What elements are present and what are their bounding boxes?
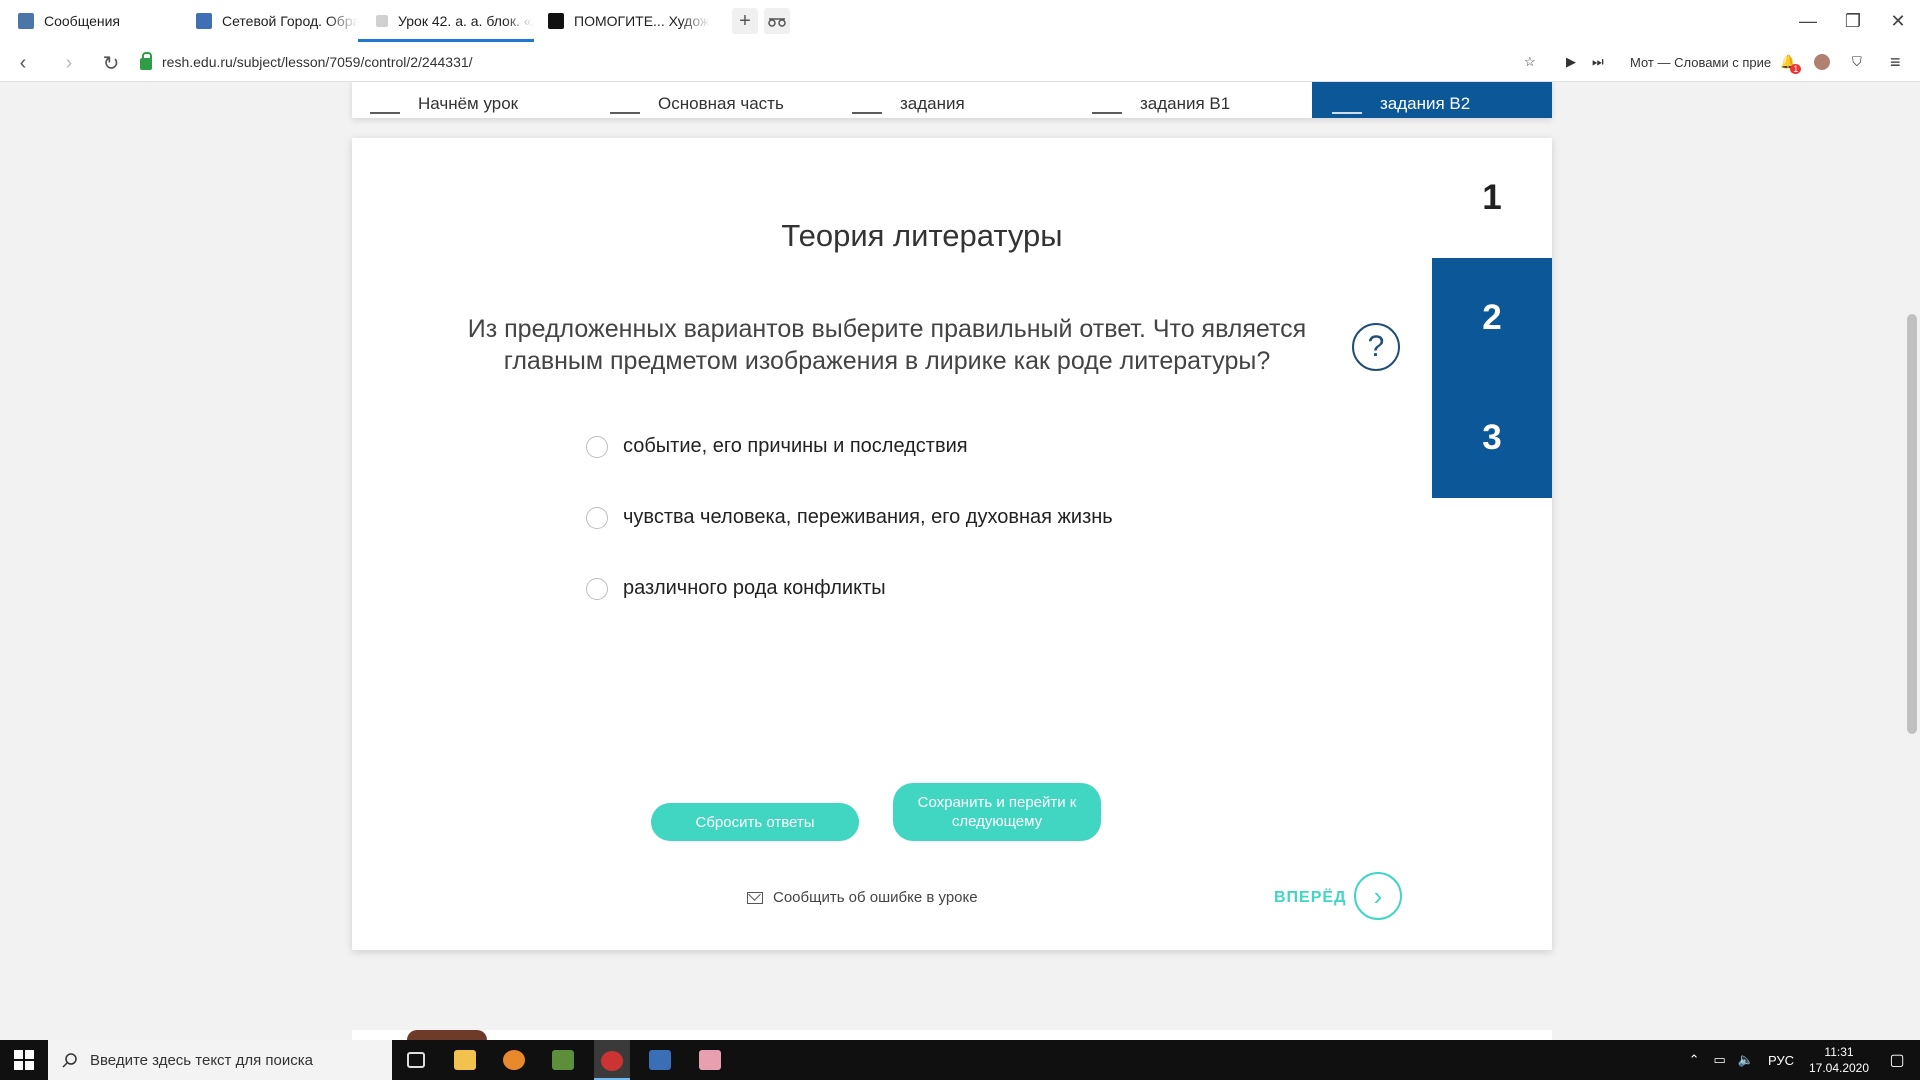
step-b2-icon (1332, 90, 1362, 114)
save-next-button[interactable]: Сохранить и перейти к следующему (893, 783, 1101, 841)
step-label: задания (900, 94, 965, 113)
lock-icon (140, 51, 152, 70)
clock[interactable]: 11:31 17.04.2020 (1804, 1044, 1874, 1076)
report-error-link[interactable]: Сообщить об ошибке в уроке (747, 889, 978, 906)
windows-taskbar: Введите здесь текст для поиска ⌃ ▭ 🔈 РУС… (0, 1040, 1920, 1080)
incognito-icon[interactable] (764, 8, 790, 34)
volume-icon[interactable]: 🔈 (1738, 1052, 1754, 1068)
app-icon-blue[interactable] (642, 1046, 678, 1074)
step-start-icon (370, 90, 400, 114)
tab-messages[interactable]: Сообщения (0, 0, 180, 42)
close-window-button[interactable]: ✕ (1883, 6, 1913, 36)
minecraft-icon[interactable] (545, 1046, 581, 1074)
preview-image (407, 1030, 487, 1040)
profile-avatar[interactable] (1814, 48, 1830, 76)
back-button[interactable]: ‹ (10, 50, 36, 76)
notification-badge: 1 (1790, 64, 1802, 74)
lesson-steps-bar: Начнём урок Основная часть задания задан… (352, 82, 1552, 118)
answer-option-3[interactable]: различного рода конфликты (586, 577, 886, 600)
restore-button[interactable]: ❐ (1838, 6, 1868, 36)
tab-znanija[interactable]: ПОМОГИТЕ... Художес (530, 0, 710, 42)
search-icon (62, 1053, 77, 1068)
step-label: задания В2 (1380, 94, 1471, 113)
step-b1-icon (1092, 90, 1122, 114)
step-tasks[interactable]: задания (852, 82, 1072, 118)
url-field[interactable]: resh.edu.ru/subject/lesson/7059/control/… (140, 48, 1544, 76)
media-title[interactable]: Мот — Словами с прие (1630, 48, 1771, 76)
system-tray: ⌃ ▭ 🔈 РУС 11:31 17.04.2020 ▢ (1689, 1040, 1920, 1080)
chevron-up-icon[interactable]: ⌃ (1689, 1052, 1700, 1068)
task-view-icon[interactable] (398, 1046, 434, 1074)
tab-title: Сообщения (44, 13, 120, 29)
forward-nav-button[interactable]: › (56, 50, 82, 76)
vk-icon (18, 13, 34, 29)
opera-browser-icon[interactable] (594, 1040, 630, 1080)
help-icon[interactable]: ? (1352, 323, 1400, 371)
step-start-lesson[interactable]: Начнём урок (370, 82, 570, 118)
answer-text: различного рода конфликты (623, 577, 886, 599)
radio-button[interactable] (586, 506, 608, 529)
forward-arrow-button[interactable]: › (1354, 872, 1402, 920)
file-explorer-icon[interactable] (447, 1046, 483, 1074)
step-main-icon (610, 90, 640, 114)
scrollbar-thumb[interactable] (1907, 314, 1917, 734)
taskbar-search-input[interactable]: Введите здесь текст для поиска (48, 1040, 392, 1080)
action-center-icon[interactable]: ▢ (1874, 1050, 1920, 1070)
clock-time: 11:31 (1824, 1045, 1854, 1059)
network-icon[interactable]: ▭ (1713, 1052, 1725, 1068)
radio-button[interactable] (586, 435, 608, 458)
browser-tab-bar: Сообщения Сетевой Город. Образ Урок 42. … (0, 0, 1920, 42)
answer-text: чувства человека, переживания, его духов… (623, 506, 1113, 528)
mail-icon (747, 891, 763, 904)
question-nav-1[interactable]: 1 (1432, 138, 1552, 258)
tab-lesson[interactable]: Урок 42. а. а. блок. «ле (358, 0, 534, 42)
step-main-part[interactable]: Основная часть (610, 82, 830, 118)
page-scrollbar[interactable] (1904, 82, 1920, 1040)
play-icon[interactable]: ▶ (1566, 48, 1576, 76)
question-text: Из предложенных вариантов выберите прави… (467, 315, 1307, 375)
next-section-preview (352, 1030, 1552, 1040)
language-indicator[interactable]: РУС (1768, 1053, 1794, 1068)
answer-option-1[interactable]: событие, его причины и последствия (586, 435, 968, 458)
menu-icon[interactable]: ≡ (1890, 48, 1901, 76)
app-icon-orange[interactable] (496, 1046, 532, 1074)
answer-text: событие, его причины и последствия (623, 435, 968, 457)
notifications-bell-icon[interactable]: 🔔 1 (1780, 48, 1802, 76)
search-placeholder: Введите здесь текст для поиска (90, 1051, 313, 1069)
minimize-button[interactable]: — (1793, 6, 1823, 36)
znanija-icon (548, 13, 564, 29)
new-tab-button[interactable]: + (732, 8, 758, 34)
radio-button[interactable] (586, 577, 608, 600)
quiz-card: Теория литературы Из предложенных вариан… (352, 138, 1552, 950)
reload-button[interactable]: ↻ (98, 50, 124, 76)
answer-option-2[interactable]: чувства человека, переживания, его духов… (586, 506, 1113, 529)
step-label: задания В1 (1140, 94, 1231, 113)
question-nav-3[interactable]: 3 (1432, 378, 1552, 498)
reset-answers-button[interactable]: Сбросить ответы (651, 803, 859, 841)
step-label: Начнём урок (418, 94, 519, 113)
network-city-icon (196, 13, 212, 29)
step-tasks-icon (852, 90, 882, 114)
address-bar: ‹ › ↻ resh.edu.ru/subject/lesson/7059/co… (0, 42, 1920, 82)
clock-date: 17.04.2020 (1808, 1061, 1870, 1075)
question-nav-2[interactable]: 2 (1432, 258, 1552, 378)
report-label: Сообщить об ошибке в уроке (773, 889, 978, 906)
step-tasks-b2[interactable]: задания В2 (1312, 82, 1552, 118)
shield-icon[interactable]: ⛉ (1852, 48, 1862, 76)
tab-network-city[interactable]: Сетевой Город. Образ (178, 0, 358, 42)
bookmark-star-icon[interactable]: ☆ (1524, 48, 1536, 76)
app-icon-pink[interactable] (692, 1046, 728, 1074)
start-button[interactable] (0, 1040, 48, 1080)
quiz-title: Теория литературы (781, 218, 1063, 253)
forward-label[interactable]: ВПЕРЁД (1274, 889, 1347, 907)
step-label: Основная часть (658, 94, 784, 113)
next-track-icon[interactable]: ⏭ (1592, 48, 1604, 76)
step-tasks-b1[interactable]: задания В1 (1092, 82, 1312, 118)
windows-logo-icon (14, 1050, 34, 1070)
page-viewport: Начнём урок Основная часть задания задан… (0, 82, 1904, 1040)
url-text: resh.edu.ru/subject/lesson/7059/control/… (162, 54, 473, 70)
resh-icon (376, 15, 388, 27)
